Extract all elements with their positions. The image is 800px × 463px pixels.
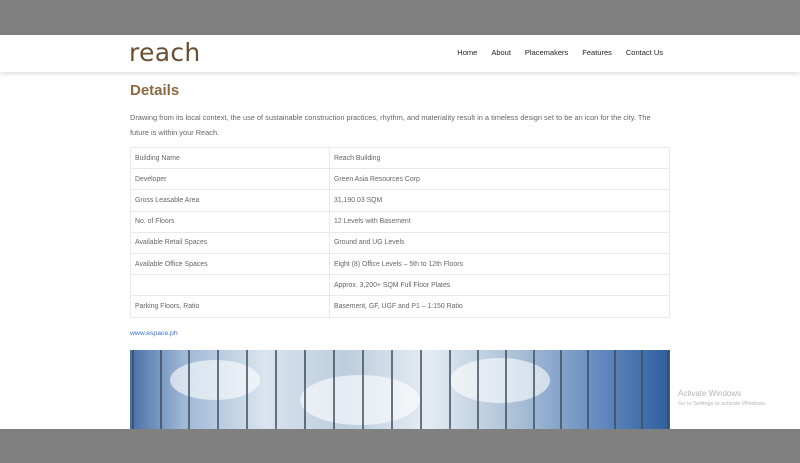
- row-label: Developer: [130, 168, 330, 191]
- table-row: Building Name Reach Building: [130, 146, 670, 170]
- row-label: Available Retail Spaces: [130, 231, 330, 254]
- facade-mullion: [132, 350, 134, 429]
- row-value: 31,190.03 SQM: [329, 189, 670, 212]
- nav-item-features[interactable]: Features: [582, 48, 612, 57]
- facade-mullion: [391, 350, 393, 429]
- row-label: [130, 274, 330, 297]
- browser-top-bar: [0, 0, 800, 35]
- facade-mullion: [533, 350, 535, 429]
- facade-mullion: [449, 350, 451, 429]
- browser-bottom-bar: [0, 429, 800, 463]
- row-label: Available Office Spaces: [130, 252, 330, 276]
- row-value: 12 Levels with Basement: [329, 210, 670, 233]
- reach-logo[interactable]: reach: [129, 38, 201, 67]
- facade-mullion: [560, 350, 562, 429]
- facade-mullion: [217, 350, 219, 429]
- site-header: reach Home About Placemakers Features Co…: [0, 35, 800, 72]
- facade-mullion: [505, 350, 507, 429]
- facade-mullion: [641, 350, 643, 429]
- facade-mullion: [246, 350, 248, 429]
- row-label: Gross Leasable Area: [130, 189, 330, 212]
- page-title: Details: [130, 82, 180, 99]
- main-nav: Home About Placemakers Features Contact …: [457, 48, 663, 57]
- table-row: Available Office Spaces Eight (8) Office…: [130, 252, 670, 276]
- row-label: No. of Floors: [130, 210, 330, 233]
- facade-mullion: [333, 350, 335, 429]
- details-table: Building Name Reach Building Developer G…: [130, 146, 670, 318]
- row-value: Reach Building: [329, 146, 670, 170]
- cloud-shape: [300, 375, 420, 425]
- intro-paragraph: Drawing from its local context, the use …: [130, 113, 651, 137]
- nav-item-home[interactable]: Home: [457, 48, 477, 57]
- activate-windows-title: Activate Windows: [678, 389, 742, 398]
- table-row: Available Retail Spaces Ground and UG Le…: [130, 231, 670, 254]
- facade-mullion: [420, 350, 422, 429]
- row-value: Green Asia Resources Corp: [329, 168, 670, 191]
- facade-mullion: [362, 350, 364, 429]
- facade-mullion: [160, 350, 162, 429]
- table-row: Gross Leasable Area 31,190.03 SQM: [130, 189, 670, 212]
- activate-windows-subtitle: Go to Settings to activate Windows.: [678, 401, 767, 407]
- table-row: Approx. 3,200+ SQM Full Floor Plates: [130, 274, 670, 297]
- table-row: Developer Green Asia Resources Corp: [130, 168, 670, 191]
- facade-mullion: [304, 350, 306, 429]
- nav-item-about[interactable]: About: [491, 48, 511, 57]
- row-label: Building Name: [130, 146, 330, 170]
- row-value: Ground and UG Levels: [329, 231, 670, 254]
- nav-item-contact-us[interactable]: Contact Us: [626, 48, 663, 57]
- table-row: Parking Floors, Ratio Basement, GF, UGF …: [130, 295, 670, 318]
- row-label: Parking Floors, Ratio: [130, 295, 330, 318]
- building-facade-image: [130, 350, 670, 429]
- table-row: No. of Floors 12 Levels with Basement: [130, 210, 670, 233]
- nav-item-placemakers[interactable]: Placemakers: [525, 48, 568, 57]
- facade-mullion: [587, 350, 589, 429]
- facade-mullion: [614, 350, 616, 429]
- facade-mullion: [188, 350, 190, 429]
- espace-link[interactable]: www.espace.ph: [130, 330, 178, 337]
- row-value: Approx. 3,200+ SQM Full Floor Plates: [329, 274, 670, 297]
- facade-mullion: [477, 350, 479, 429]
- facade-mullion: [667, 350, 669, 429]
- row-value: Basement, GF, UGF and P1 – 1:150 Ratio: [329, 295, 670, 318]
- facade-mullion: [275, 350, 277, 429]
- row-value: Eight (8) Office Levels – 5th to 12th Fl…: [329, 252, 670, 276]
- cloud-shape: [450, 358, 550, 403]
